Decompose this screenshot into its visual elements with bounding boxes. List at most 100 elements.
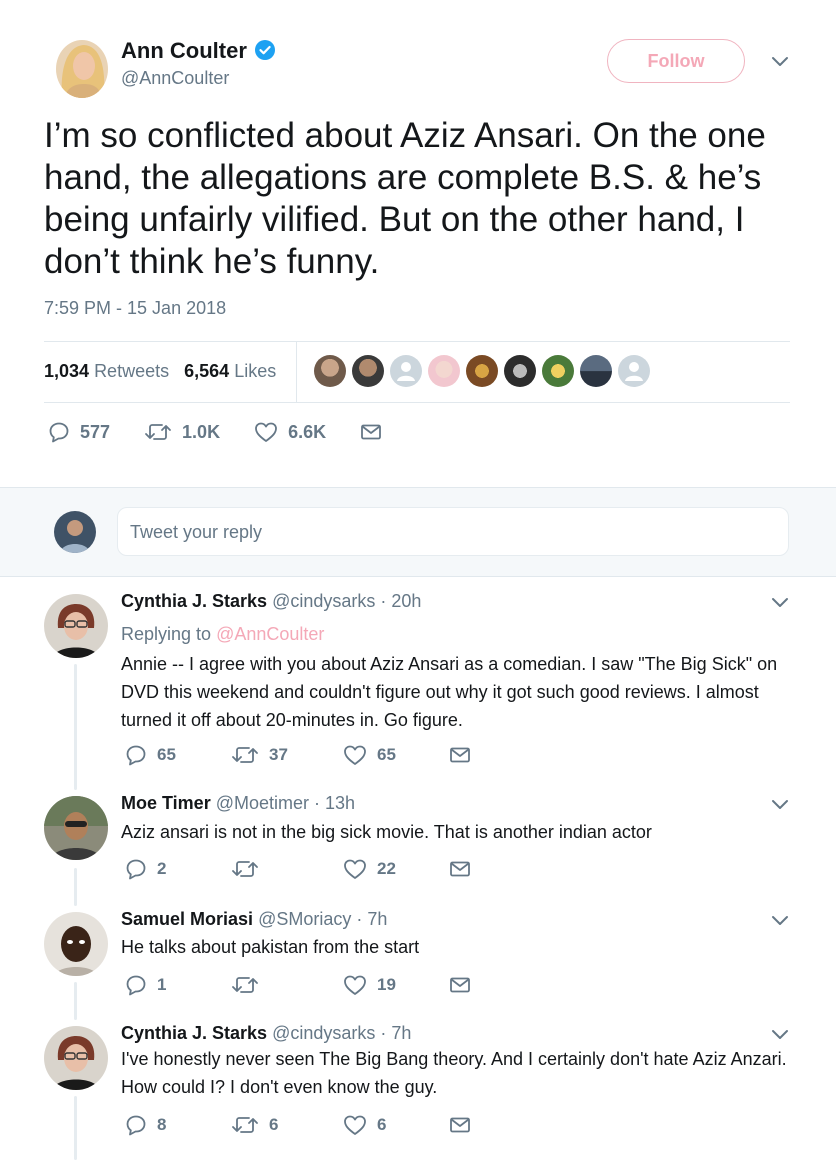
- reply-text: Aziz ansari is not in the big sick movie…: [121, 822, 652, 842]
- follow-button[interactable]: Follow: [607, 39, 745, 83]
- reply-icon: [126, 745, 146, 766]
- reply-header: Cynthia J. Starks @cindysarks · 20h: [121, 591, 421, 612]
- reply-text: Annie -- I agree with you about Aziz Ans…: [121, 654, 778, 730]
- reply-actions: 65 37 65: [125, 744, 471, 766]
- reply-author-name[interactable]: Samuel Moriasi: [121, 909, 253, 929]
- liker-avatar[interactable]: [314, 355, 346, 387]
- tweet-timestamp[interactable]: 7:59 PM - 15 Jan 2018: [44, 298, 226, 319]
- liker-avatar[interactable]: [466, 355, 498, 387]
- reply-time[interactable]: · 7h: [356, 909, 387, 929]
- reply-input[interactable]: Tweet your reply: [117, 507, 789, 556]
- reply-header: Moe Timer @Moetimer · 13h: [121, 793, 355, 814]
- tweet-stats: 1,034 Retweets 6,564 Likes: [44, 361, 276, 382]
- thread-line: [74, 664, 77, 790]
- reply-menu-chevron-icon[interactable]: [771, 798, 789, 816]
- reply-author-name[interactable]: Moe Timer: [121, 793, 211, 813]
- tweet-text: I’m so conflicted about Aziz Ansari. On …: [44, 116, 766, 281]
- reply-icon: [126, 975, 146, 996]
- author-avatar[interactable]: [56, 40, 108, 98]
- reply-action[interactable]: 2: [125, 858, 231, 880]
- like-action[interactable]: 6: [343, 1114, 449, 1136]
- heart-icon: [344, 859, 366, 879]
- tweet-actions: 577 1.0K 6.6K: [48, 421, 382, 443]
- reply-menu-chevron-icon[interactable]: [771, 596, 789, 614]
- reply-header: Cynthia J. Starks @cindysarks · 7h: [121, 1023, 411, 1044]
- author-name[interactable]: Ann Coulter: [121, 38, 247, 63]
- retweet-icon: [232, 747, 258, 763]
- reply-text: I've honestly never seen The Big Bang th…: [121, 1049, 787, 1097]
- reply-header: Samuel Moriasi @SMoriacy · 7h: [121, 909, 387, 930]
- retweet-action[interactable]: 6: [231, 1114, 343, 1136]
- reply-avatar[interactable]: [44, 1026, 108, 1090]
- heart-icon: [344, 745, 366, 765]
- stats-separator: [296, 342, 297, 402]
- liker-avatar[interactable]: [618, 355, 650, 387]
- reply-actions: 1 19: [125, 974, 471, 996]
- retweet-icon: [232, 977, 258, 993]
- replying-to: Replying to @AnnCoulter: [121, 624, 325, 644]
- retweet-icon: [232, 1117, 258, 1133]
- like-action[interactable]: 19: [343, 974, 449, 996]
- message-action[interactable]: [360, 423, 382, 441]
- thread-line: [74, 1096, 77, 1160]
- liker-avatar[interactable]: [428, 355, 460, 387]
- reply-action[interactable]: 1: [125, 974, 231, 996]
- reply-menu-chevron-icon[interactable]: [771, 914, 789, 932]
- like-action[interactable]: 6.6K: [254, 421, 326, 443]
- message-action[interactable]: [449, 976, 471, 994]
- reply-avatar[interactable]: [44, 796, 108, 860]
- reply-avatar[interactable]: [44, 594, 108, 658]
- reply-author-handle[interactable]: @Moetimer: [216, 793, 309, 813]
- divider: [44, 341, 790, 342]
- envelope-icon: [450, 861, 470, 877]
- author-identity: Ann Coulter: [121, 38, 276, 64]
- reply-icon: [126, 1115, 146, 1136]
- retweet-action[interactable]: 1.0K: [144, 421, 220, 443]
- author-handle[interactable]: @AnnCoulter: [121, 68, 229, 89]
- reply-time[interactable]: · 7h: [380, 1023, 411, 1043]
- envelope-icon: [450, 747, 470, 763]
- retweet-action[interactable]: [231, 858, 343, 880]
- reply-time[interactable]: · 20h: [380, 591, 421, 611]
- reply-author-name[interactable]: Cynthia J. Starks: [121, 1023, 267, 1043]
- envelope-icon: [450, 977, 470, 993]
- reply-action[interactable]: 65: [125, 744, 231, 766]
- reply-action[interactable]: 8: [125, 1114, 231, 1136]
- message-action[interactable]: [449, 746, 471, 764]
- reply-author-handle[interactable]: @cindysarks: [272, 1023, 375, 1043]
- reply-menu-chevron-icon[interactable]: [771, 1028, 789, 1046]
- reply-avatar[interactable]: [44, 912, 108, 976]
- retweets-stat[interactable]: 1,034 Retweets: [44, 361, 169, 381]
- liker-avatar[interactable]: [390, 355, 422, 387]
- thread-line: [74, 982, 77, 1020]
- reply-actions: 2 22: [125, 858, 471, 880]
- likes-stat[interactable]: 6,564 Likes: [184, 361, 276, 381]
- retweet-action[interactable]: 37: [231, 744, 343, 766]
- retweet-action[interactable]: [231, 974, 343, 996]
- reply-time[interactable]: · 13h: [314, 793, 355, 813]
- message-action[interactable]: [449, 860, 471, 878]
- liker-avatars: [314, 355, 650, 387]
- retweet-icon: [145, 424, 171, 440]
- reply-author-handle[interactable]: @SMoriacy: [258, 909, 351, 929]
- liker-avatar[interactable]: [352, 355, 384, 387]
- liker-avatar[interactable]: [542, 355, 574, 387]
- liker-avatar[interactable]: [580, 355, 612, 387]
- retweet-icon: [232, 861, 258, 877]
- replying-to-handle[interactable]: @AnnCoulter: [216, 624, 324, 644]
- current-user-avatar[interactable]: [54, 511, 96, 553]
- tweet-menu-chevron-icon[interactable]: [771, 55, 789, 73]
- like-action[interactable]: 65: [343, 744, 449, 766]
- heart-icon: [344, 1115, 366, 1135]
- reply-action[interactable]: 577: [48, 421, 110, 443]
- verified-badge-icon: [255, 40, 276, 60]
- like-action[interactable]: 22: [343, 858, 449, 880]
- heart-icon: [344, 975, 366, 995]
- reply-icon: [126, 859, 146, 880]
- reply-author-handle[interactable]: @cindysarks: [272, 591, 375, 611]
- thread-line: [74, 868, 77, 906]
- reply-author-name[interactable]: Cynthia J. Starks: [121, 591, 267, 611]
- message-action[interactable]: [449, 1116, 471, 1134]
- liker-avatar[interactable]: [504, 355, 536, 387]
- reply-text: He talks about pakistan from the start: [121, 937, 420, 957]
